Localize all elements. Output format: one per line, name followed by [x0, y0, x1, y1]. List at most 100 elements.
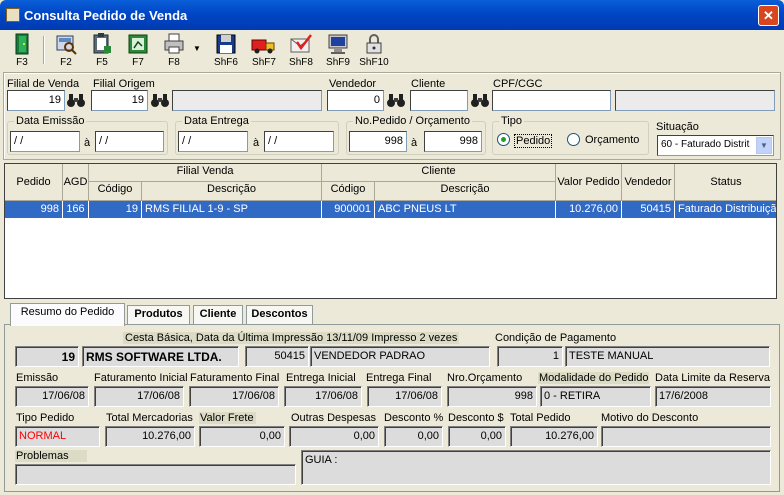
- data-limite-field: 17/6/2008: [655, 386, 771, 407]
- data-emissao-de-input[interactable]: / /: [10, 131, 80, 152]
- toolbar-button-shf6[interactable]: ShF6: [209, 32, 243, 70]
- total-merc-field: 10.276,00: [105, 426, 195, 447]
- toolbar-label: F7: [132, 57, 144, 68]
- toolbar-button-f5[interactable]: F5: [85, 32, 119, 70]
- desc-val-field: 0,00: [448, 426, 506, 447]
- monitor-icon: [328, 34, 348, 54]
- ate-label: à: [253, 137, 260, 149]
- cliente-label: Cliente: [411, 78, 446, 90]
- desc-pct-label: Desconto %: [384, 412, 444, 424]
- cell-valor[interactable]: 10.276,00: [556, 201, 622, 218]
- toolbar-button-shf8[interactable]: ShF8: [284, 32, 318, 70]
- condicao-label: Condição de Pagamento: [495, 332, 617, 344]
- binoculars-icon[interactable]: [386, 92, 406, 110]
- nopedido-label: No.Pedido / Orçamento: [353, 115, 472, 127]
- data-emissao-ate-input[interactable]: / /: [95, 131, 164, 152]
- column-header-status[interactable]: Status: [675, 164, 776, 201]
- cell-cliente-codigo[interactable]: 900001: [322, 201, 375, 218]
- toolbar-label: F3: [16, 57, 28, 68]
- desc-pct-field: 0,00: [384, 426, 443, 447]
- app-icon: [6, 8, 20, 22]
- motivo-field: [601, 426, 771, 447]
- column-header-cliente-codigo[interactable]: Código: [322, 182, 375, 201]
- data-entrega-ate-input[interactable]: / /: [264, 131, 334, 152]
- column-header-filial-codigo[interactable]: Código: [89, 182, 142, 201]
- ent-fin-label: Entrega Final: [366, 372, 432, 384]
- toolbar-button-shf9[interactable]: ShF9: [321, 32, 355, 70]
- tab-cliente[interactable]: Cliente: [193, 305, 243, 324]
- cell-pedido[interactable]: 998: [5, 201, 63, 218]
- dropdown-arrow-icon[interactable]: ▼: [193, 44, 201, 53]
- tab-produtos[interactable]: Produtos: [127, 305, 190, 324]
- radio-orcamento[interactable]: [567, 133, 580, 146]
- column-header-filial-descricao[interactable]: Descrição: [142, 182, 322, 201]
- situacao-label: Situação: [656, 121, 699, 133]
- modalidade-label: Modalidade do Pedido: [538, 372, 650, 384]
- column-header-agd[interactable]: AGD: [63, 164, 89, 201]
- filial-venda-input[interactable]: 19: [7, 90, 65, 111]
- tab-label: Resumo do Pedido: [20, 306, 115, 318]
- cell-filial-descricao[interactable]: RMS FILIAL 1-9 - SP: [142, 201, 322, 218]
- outras-field: 0,00: [289, 426, 379, 447]
- cell-filial-codigo[interactable]: 19: [89, 201, 142, 218]
- cpf-description: [615, 90, 775, 111]
- resumo-condicao-desc: TESTE MANUAL: [565, 346, 770, 367]
- tipo-pedido-field: NORMAL: [15, 426, 100, 447]
- nopedido-ate-input[interactable]: 998: [424, 131, 482, 152]
- cpf-input[interactable]: [492, 90, 611, 111]
- cell-vendedor[interactable]: 50415: [622, 201, 675, 218]
- cell-status[interactable]: Faturado Distribuiçã: [675, 201, 776, 218]
- toolbar-label: ShF8: [289, 57, 313, 68]
- tab-label: Produtos: [134, 308, 183, 320]
- toolbar-button-f8[interactable]: F8: [157, 32, 191, 70]
- resumo-filial-nome: RMS SOFTWARE LTDA.: [82, 346, 239, 367]
- filial-origem-label: Filial Origem: [93, 78, 155, 90]
- fat-fin-label: Faturamento Final: [190, 372, 280, 384]
- column-header-cliente-descricao[interactable]: Descrição: [375, 182, 556, 201]
- tab-label: Cliente: [199, 308, 237, 320]
- tab-resumo[interactable]: Resumo do Pedido: [10, 303, 125, 326]
- motivo-label: Motivo do Desconto: [601, 412, 699, 424]
- radio-pedido-label[interactable]: Pedido: [514, 134, 553, 148]
- mail-check-icon: [290, 34, 312, 53]
- orders-grid: Pedido AGD Filial Venda Código Descrição…: [4, 163, 777, 299]
- column-header-vendedor[interactable]: Vendedor: [622, 164, 675, 201]
- ate-label: à: [411, 137, 418, 149]
- nopedido-de-input[interactable]: 998: [349, 131, 407, 152]
- binoculars-icon[interactable]: [66, 92, 86, 110]
- emissao-field: 17/06/08: [15, 386, 89, 407]
- toolbar-button-f3[interactable]: F3: [5, 32, 39, 70]
- tipo-pedido-label: Tipo Pedido: [16, 412, 75, 424]
- total-merc-label: Total Mercadorias: [106, 412, 193, 424]
- binoculars-icon[interactable]: [470, 92, 490, 110]
- binoculars-icon[interactable]: [150, 92, 170, 110]
- filial-origem-description: [172, 90, 322, 111]
- column-header-pedido[interactable]: Pedido: [5, 164, 63, 201]
- toolbar-button-f2[interactable]: F2: [49, 32, 83, 70]
- filial-origem-input[interactable]: 19: [91, 90, 148, 111]
- cesta-info: Cesta Básica, Data da Última Impressão 1…: [123, 332, 460, 344]
- toolbar-separator: [43, 36, 45, 64]
- column-header-valor[interactable]: Valor Pedido: [556, 164, 622, 201]
- toolbar-button-shf10[interactable]: ShF10: [357, 32, 391, 70]
- fat-ini-label: Faturamento Inicial: [94, 372, 188, 384]
- cliente-input[interactable]: [410, 90, 468, 111]
- close-button[interactable]: ✕: [758, 5, 779, 26]
- ent-ini-field: 17/06/08: [284, 386, 362, 407]
- excel-icon: [128, 34, 148, 54]
- vendedor-input[interactable]: 0: [327, 90, 384, 111]
- cell-agd[interactable]: 166: [63, 201, 89, 218]
- ate-label: à: [84, 137, 91, 149]
- problemas-label: Problemas: [15, 450, 87, 462]
- chevron-down-icon[interactable]: ▼: [756, 137, 772, 154]
- cell-cliente-descricao[interactable]: ABC PNEUS LT: [375, 201, 556, 218]
- resumo-filial: 19: [15, 346, 79, 367]
- ent-ini-label: Entrega Inicial: [286, 372, 356, 384]
- tab-descontos[interactable]: Descontos: [246, 305, 313, 324]
- toolbar-button-f7[interactable]: F7: [121, 32, 155, 70]
- data-entrega-de-input[interactable]: / /: [178, 131, 248, 152]
- radio-pedido[interactable]: [497, 133, 510, 146]
- radio-orcamento-label[interactable]: Orçamento: [585, 134, 639, 146]
- toolbar-button-shf7[interactable]: ShF7: [247, 32, 281, 70]
- fat-fin-field: 17/06/08: [189, 386, 279, 407]
